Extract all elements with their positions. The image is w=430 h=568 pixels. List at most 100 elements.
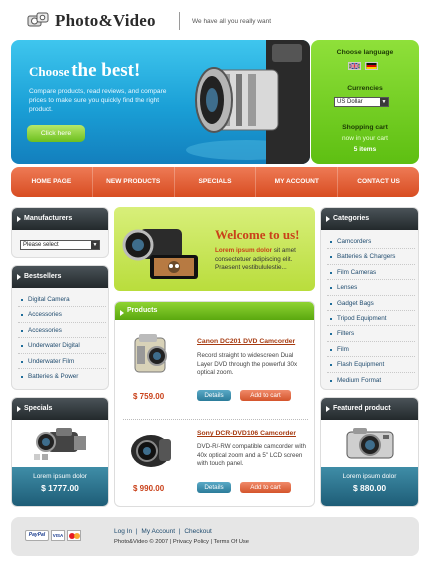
chevron-down-icon: ▼: [380, 98, 388, 106]
settings-panel: Choose language Currencies US Dollar ▼ S…: [311, 40, 419, 164]
manufacturers-select[interactable]: Please select ▼: [20, 240, 100, 250]
category-item[interactable]: Batteries & Chargers: [327, 249, 415, 265]
welcome-lead: Lorem ipsum dolor: [215, 247, 273, 254]
currency-select[interactable]: US Dollar ▼: [334, 97, 389, 107]
site-logo[interactable]: Photo&Video: [55, 11, 156, 31]
specials-box: Specials Lorem ipsum dolor $ 1777.00: [11, 397, 109, 507]
product-card: Canon DC201 DVD Camcorder Record straigh…: [115, 326, 314, 416]
germany-flag-icon[interactable]: [365, 62, 378, 70]
currencies-title: Currencies: [347, 85, 383, 92]
logo-amp: &: [98, 11, 113, 30]
footer-link-login[interactable]: Log In: [114, 528, 132, 535]
hero-title: Choose the best!: [29, 60, 140, 82]
nav-new-products[interactable]: NEW PRODUCTS: [93, 167, 175, 197]
arrow-bullet-icon: [120, 310, 124, 316]
footer-link-my-account[interactable]: My Account: [141, 528, 175, 535]
product-description: Record straight to widescreen Dual Layer…: [197, 352, 298, 377]
visa-logo: VISA: [51, 530, 65, 541]
specials-price: $ 1777.00: [41, 483, 79, 493]
arrow-bullet-icon: [326, 216, 330, 222]
manufacturers-header: Manufacturers: [12, 208, 108, 230]
bestsellers-list: Digital Camera Accessories Accessories U…: [12, 288, 108, 384]
category-item[interactable]: Film Cameras: [327, 265, 415, 281]
product-card: Sony DCR-DVD106 Camcorder DVD-R/-RW comp…: [115, 421, 314, 506]
camera-logo-icon: [27, 12, 49, 27]
category-item[interactable]: Flash Equipment: [327, 357, 415, 373]
categories-box: Categories Camcorders Batteries & Charge…: [320, 207, 419, 390]
bestseller-item[interactable]: Underwater Digital: [18, 338, 106, 354]
main-navigation: HOME PAGE NEW PRODUCTS SPECIALS MY ACCOU…: [11, 167, 419, 197]
arrow-bullet-icon: [17, 274, 21, 280]
add-to-cart-button[interactable]: Add to cart: [240, 390, 291, 401]
product-name[interactable]: Canon DC201 DVD Camcorder: [197, 338, 295, 345]
bestseller-item[interactable]: Accessories: [18, 307, 106, 323]
featured-price-bar: Lorem ipsum dolor $ 880.00: [321, 467, 418, 506]
footer-link-checkout[interactable]: Checkout: [184, 528, 211, 535]
products-box: Products Canon DC201 DVD Camcorder Recor…: [114, 301, 315, 507]
featured-product-box: Featured product Lorem ipsum dolor $ 880…: [320, 397, 419, 507]
category-item[interactable]: Medium Format: [327, 373, 415, 388]
featured-caption: Lorem ipsum dolor: [342, 473, 397, 480]
digital-camera-image[interactable]: [343, 424, 397, 462]
bestsellers-box: Bestsellers Digital Camera Accessories A…: [11, 265, 109, 390]
welcome-title: Welcome to us!: [215, 227, 300, 242]
nav-home-page[interactable]: HOME PAGE: [11, 167, 93, 197]
arrow-bullet-icon: [17, 216, 21, 222]
uk-flag-icon[interactable]: [348, 62, 361, 70]
product-price: $ 990.00: [133, 484, 165, 493]
camcorder-lcd-image: [122, 229, 198, 279]
categories-list: Camcorders Batteries & Chargers Film Cam…: [321, 230, 418, 388]
products-header: Products: [115, 302, 314, 320]
footer-copyright: Photo&Video © 2007 | Privacy Policy | Te…: [114, 539, 249, 545]
product-image[interactable]: [131, 332, 173, 378]
footer: PayPal VISA Log In | My Account | Checko…: [11, 517, 419, 556]
bestseller-item[interactable]: Digital Camera: [18, 292, 106, 308]
nav-contact-us[interactable]: CONTACT US: [338, 167, 419, 197]
product-name[interactable]: Sony DCR-DVD106 Camcorder: [197, 430, 296, 437]
category-item[interactable]: Lenses: [327, 280, 415, 296]
product-image[interactable]: [129, 429, 175, 473]
shopping-cart-title[interactable]: Shopping cart: [311, 124, 419, 131]
manufacturers-title: Manufacturers: [24, 215, 73, 222]
nav-specials[interactable]: SPECIALS: [175, 167, 257, 197]
category-item[interactable]: Tripod Equipment: [327, 311, 415, 327]
hero-title-small: Choose: [29, 64, 70, 79]
hero-click-button[interactable]: Click here: [27, 125, 85, 142]
manufacturers-box: Manufacturers Please select ▼: [11, 207, 109, 258]
paypal-logo: PayPal: [25, 530, 49, 541]
category-item[interactable]: Film: [327, 342, 415, 358]
bestseller-item[interactable]: Underwater Film: [18, 354, 106, 369]
payment-methods: PayPal VISA: [25, 530, 81, 541]
details-button[interactable]: Details: [197, 482, 231, 493]
hero-text: Compare products, read reviews, and comp…: [29, 88, 167, 113]
page: Photo&Video We have all you really want …: [0, 0, 430, 568]
nav-my-account[interactable]: MY ACCOUNT: [256, 167, 339, 197]
terms-of-use-link[interactable]: Terms Of Use: [214, 539, 249, 545]
bestseller-item[interactable]: Batteries & Power: [18, 369, 106, 384]
specials-header: Specials: [12, 398, 108, 420]
tagline: We have all you really want: [192, 18, 272, 25]
bestseller-item[interactable]: Accessories: [18, 323, 106, 339]
privacy-policy-link[interactable]: Privacy Policy: [173, 539, 209, 545]
category-item[interactable]: Gadget Bags: [327, 296, 415, 311]
mastercard-icon: [67, 530, 81, 541]
language-title: Choose language: [336, 49, 394, 56]
bestsellers-title: Bestsellers: [24, 273, 62, 280]
category-item[interactable]: Camcorders: [327, 234, 415, 250]
add-to-cart-button[interactable]: Add to cart: [240, 482, 291, 493]
chevron-down-icon: ▼: [91, 241, 99, 249]
header-divider: [179, 12, 180, 30]
cart-items-count[interactable]: 5 items: [311, 146, 419, 153]
manufacturers-select-value: Please select: [23, 242, 59, 248]
language-flags: [348, 62, 378, 70]
camera-lens-image: [186, 40, 310, 164]
camcorder-image[interactable]: [34, 424, 88, 462]
arrow-bullet-icon: [17, 406, 21, 412]
footer-links: Log In | My Account | Checkout: [114, 528, 214, 535]
category-item[interactable]: Filters: [327, 326, 415, 342]
logo-text-1: Photo: [55, 11, 99, 30]
specials-title: Specials: [24, 405, 53, 412]
hero-banner: Choose the best! Compare products, read …: [11, 40, 310, 164]
details-button[interactable]: Details: [197, 390, 231, 401]
hero-title-big: the best!: [71, 60, 141, 81]
